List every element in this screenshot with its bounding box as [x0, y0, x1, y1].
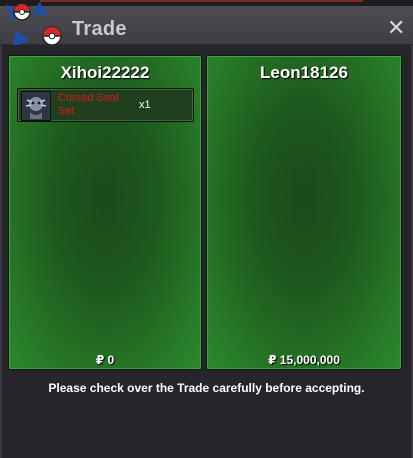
close-icon[interactable]: ✕	[387, 17, 405, 39]
window-title: Trade	[72, 18, 127, 40]
item-name: Cursed Seal Set	[58, 92, 119, 117]
partner-player-name: Leon18126	[260, 63, 348, 82]
trade-item-slot[interactable]: Cursed Seal Set x1	[17, 88, 194, 122]
cursed-seal-icon	[21, 91, 51, 121]
top-accent-line	[40, 0, 363, 2]
my-money-offer: ₽ 0	[95, 353, 115, 367]
my-offer-panel: Xihoi22222 Cursed Seal Set x1 ₽ 0	[8, 55, 202, 370]
partner-money-offer: ₽ 15,000,000	[268, 353, 340, 367]
item-quantity: x1	[139, 99, 151, 111]
partner-offer-panel: Leon18126 ₽ 15,000,000	[206, 55, 402, 370]
my-player-name: Xihoi22222	[60, 63, 150, 82]
trade-warning-message: Please check over the Trade carefully be…	[48, 381, 365, 395]
